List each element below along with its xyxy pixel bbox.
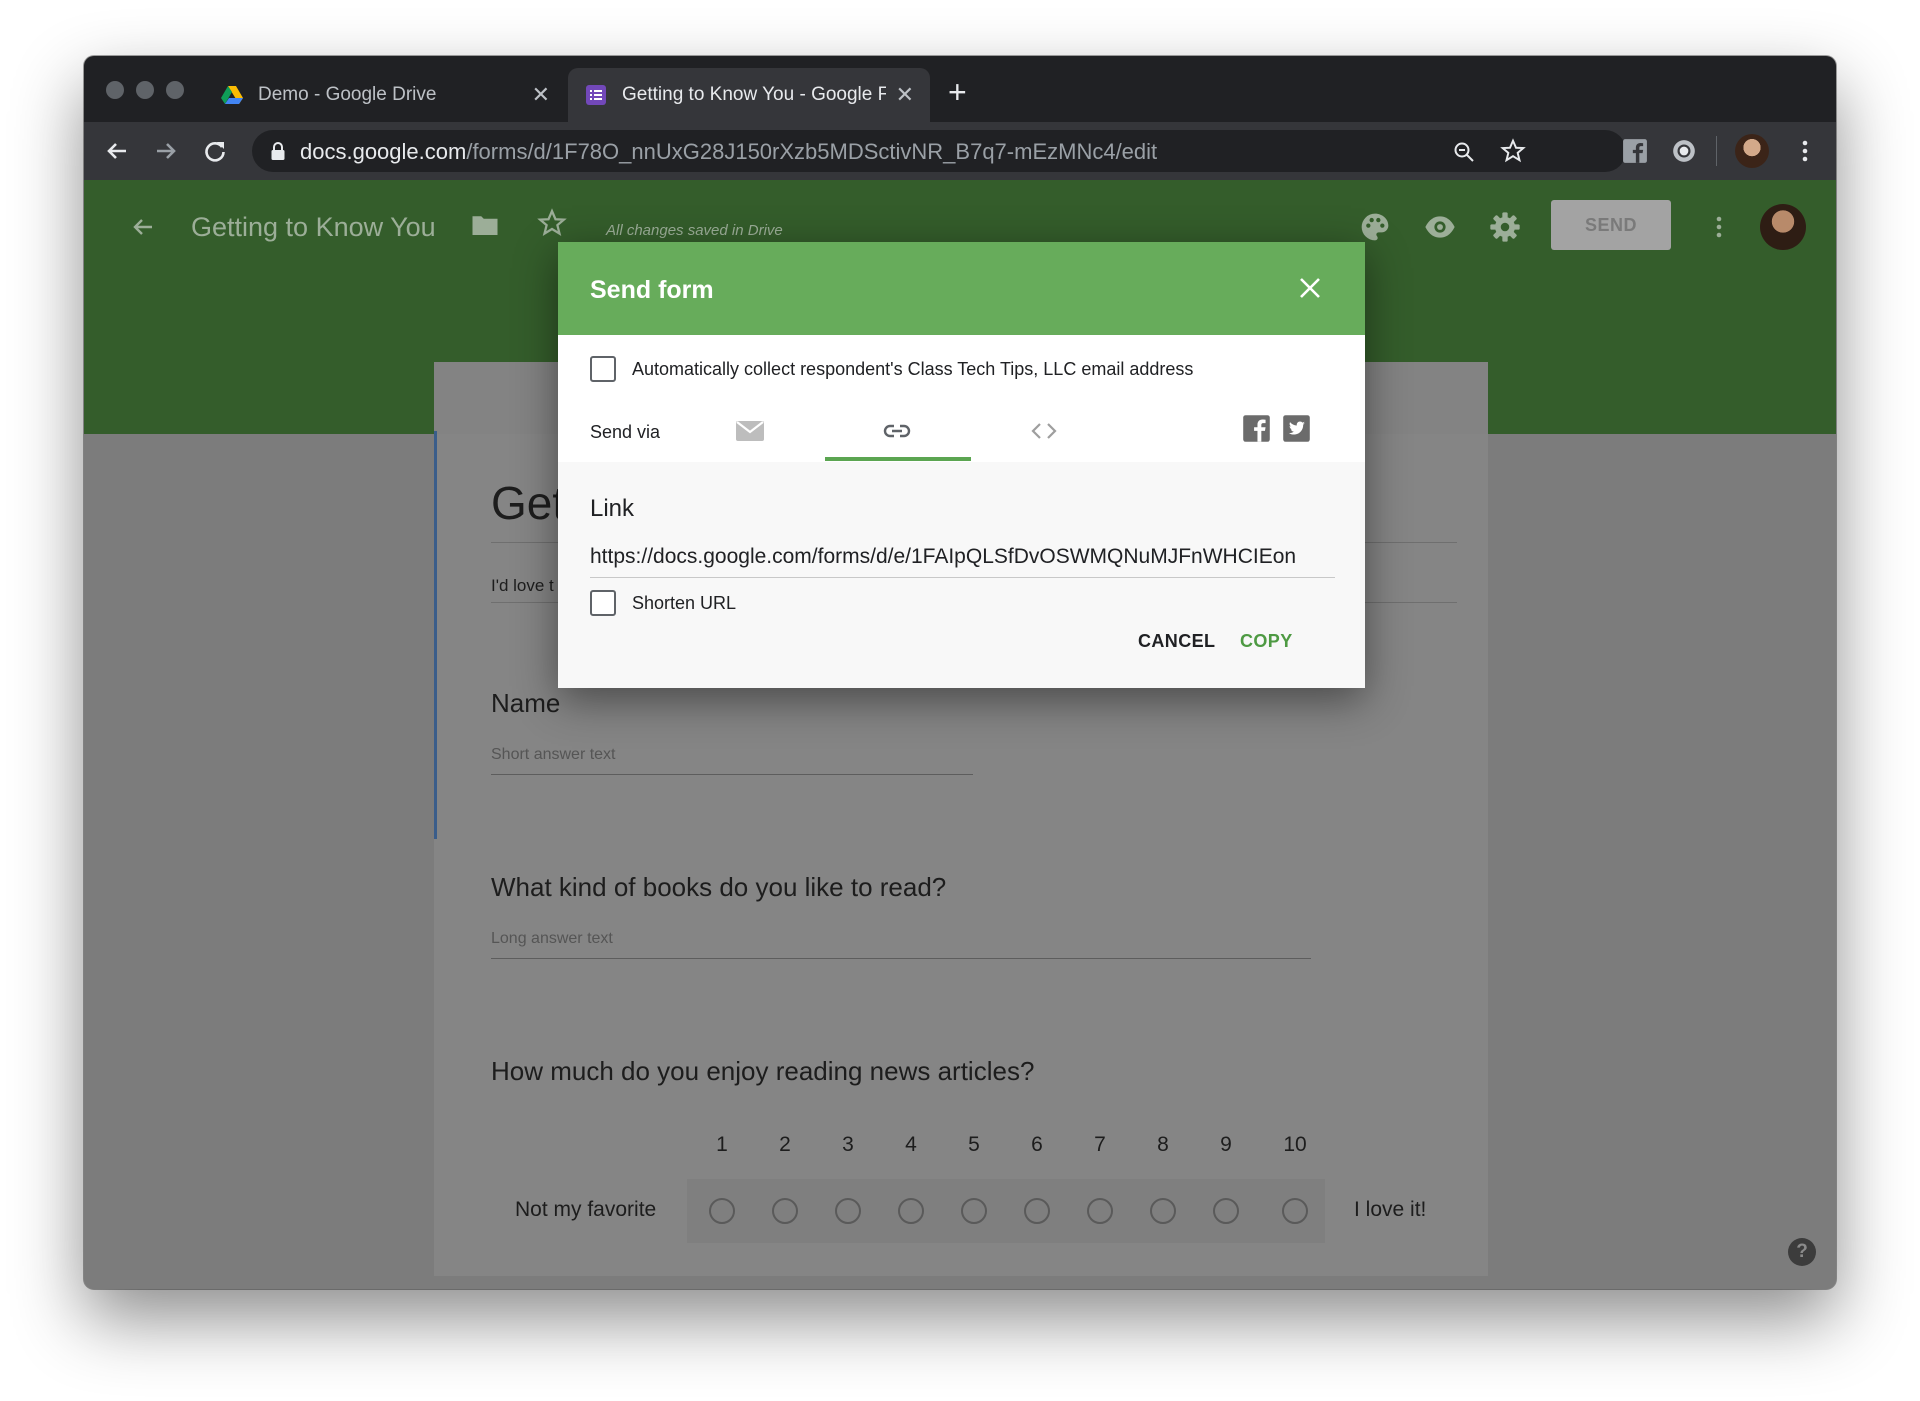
- scale-radio[interactable]: [709, 1198, 735, 1224]
- facebook-extension-icon[interactable]: [1622, 138, 1648, 164]
- facebook-icon[interactable]: [1242, 414, 1271, 443]
- send-form-dialog: Send form Automatically collect responde…: [558, 242, 1365, 688]
- close-icon[interactable]: [1298, 276, 1322, 300]
- reload-icon[interactable]: [200, 136, 230, 166]
- scale-radio[interactable]: [1213, 1198, 1239, 1224]
- tab-title: Getting to Know You - Google Forms: [622, 84, 886, 105]
- active-tab-indicator: [825, 457, 971, 461]
- scale-number: 10: [1283, 1133, 1307, 1156]
- send-button[interactable]: SEND: [1551, 200, 1671, 250]
- screen-record-extension-icon[interactable]: [1671, 138, 1697, 164]
- browser-menu-icon[interactable]: [1790, 136, 1820, 166]
- settings-gear-icon[interactable]: [1489, 211, 1521, 243]
- new-tab-button[interactable]: +: [948, 74, 967, 111]
- save-status: All changes saved in Drive: [606, 222, 783, 239]
- scale-radio[interactable]: [772, 1198, 798, 1224]
- lock-icon: [271, 142, 285, 160]
- embed-html-icon[interactable]: [1028, 418, 1060, 444]
- help-icon[interactable]: ?: [1788, 1238, 1816, 1266]
- tab-title: Demo - Google Drive: [258, 84, 437, 105]
- browser-window: Demo - Google Drive ✕ Getting to Know Yo…: [84, 56, 1836, 1289]
- answer-underline: [491, 958, 1311, 959]
- palette-icon[interactable]: [1359, 211, 1391, 243]
- dialog-header: Send form: [558, 242, 1365, 335]
- form-name[interactable]: Getting to Know You: [191, 212, 436, 243]
- shorten-url-checkbox[interactable]: [590, 590, 616, 616]
- tab-strip: Demo - Google Drive ✕ Getting to Know Yo…: [84, 56, 1836, 122]
- folder-icon[interactable]: [470, 210, 500, 240]
- scale-number: 4: [905, 1133, 917, 1156]
- link-heading: Link: [590, 495, 635, 522]
- scale-radio[interactable]: [1024, 1198, 1050, 1224]
- forward-arrow-icon[interactable]: [151, 136, 181, 166]
- question-title[interactable]: Name: [491, 688, 560, 719]
- scale-number: 2: [779, 1133, 791, 1156]
- answer-underline: [491, 774, 973, 775]
- dialog-title: Send form: [590, 276, 714, 304]
- form-title[interactable]: Get: [491, 476, 565, 530]
- collect-email-checkbox[interactable]: [590, 356, 616, 382]
- selected-item-accent: [434, 431, 437, 839]
- scale-number: 5: [968, 1133, 980, 1156]
- scale-number: 8: [1157, 1133, 1169, 1156]
- link-url-underline: [590, 577, 1335, 578]
- more-options-icon[interactable]: [1704, 212, 1734, 242]
- tab-close-icon[interactable]: ✕: [532, 82, 550, 108]
- copy-button[interactable]: COPY: [1240, 631, 1293, 652]
- google-forms-icon: [586, 85, 606, 105]
- preview-eye-icon[interactable]: [1424, 211, 1456, 243]
- email-icon[interactable]: [735, 418, 765, 444]
- scale-low-label: Not my favorite: [515, 1198, 657, 1221]
- scale-number: 6: [1031, 1133, 1043, 1156]
- back-arrow-icon[interactable]: [128, 212, 158, 242]
- scale-radio[interactable]: [961, 1198, 987, 1224]
- google-drive-icon: [221, 86, 243, 104]
- link-url-field[interactable]: https://docs.google.com/forms/d/e/1FAIpQ…: [590, 545, 1335, 569]
- question-title[interactable]: What kind of books do you like to read?: [491, 872, 946, 903]
- shorten-url-label: Shorten URL: [632, 593, 737, 613]
- url-text: docs.google.com/forms/d/1F78O_nnUxG28J15…: [300, 139, 1158, 164]
- tab-google-forms[interactable]: Getting to Know You - Google Forms ✕: [568, 68, 930, 122]
- maximize-window-button[interactable]: [166, 81, 184, 99]
- scale-number: 9: [1220, 1133, 1232, 1156]
- scale-radio[interactable]: [1087, 1198, 1113, 1224]
- answer-hint: Long answer text: [491, 930, 613, 947]
- form-description[interactable]: I'd love t: [491, 576, 554, 596]
- question-title[interactable]: How much do you enjoy reading news artic…: [491, 1056, 1034, 1087]
- scale-radio[interactable]: [835, 1198, 861, 1224]
- scale-number: 7: [1094, 1133, 1106, 1156]
- address-bar[interactable]: docs.google.com/forms/d/1F78O_nnUxG28J15…: [252, 130, 1626, 172]
- tab-google-drive[interactable]: Demo - Google Drive ✕: [204, 68, 566, 122]
- profile-avatar[interactable]: [1735, 134, 1769, 168]
- star-icon[interactable]: [537, 208, 567, 238]
- twitter-icon[interactable]: [1282, 414, 1311, 443]
- tab-close-icon[interactable]: ✕: [896, 82, 914, 108]
- toolbar-divider: [1716, 136, 1717, 166]
- bookmark-star-icon[interactable]: [1500, 138, 1526, 164]
- scale-radio[interactable]: [1282, 1198, 1308, 1224]
- zoom-icon[interactable]: [1452, 140, 1476, 164]
- collect-email-label: Automatically collect respondent's Class…: [632, 359, 1194, 379]
- cancel-button[interactable]: CANCEL: [1138, 631, 1215, 652]
- send-via-label: Send via: [590, 422, 661, 442]
- back-arrow-icon[interactable]: [102, 136, 132, 166]
- answer-hint: Short answer text: [491, 746, 616, 763]
- scale-radio[interactable]: [898, 1198, 924, 1224]
- minimize-window-button[interactable]: [136, 81, 154, 99]
- account-avatar[interactable]: [1760, 204, 1806, 250]
- browser-toolbar: docs.google.com/forms/d/1F78O_nnUxG28J15…: [84, 122, 1836, 180]
- scale-high-label: I love it!: [1354, 1198, 1427, 1221]
- link-icon[interactable]: [881, 418, 913, 444]
- scale-radio[interactable]: [1150, 1198, 1176, 1224]
- scale-number: 3: [842, 1133, 854, 1156]
- close-window-button[interactable]: [106, 81, 124, 99]
- scale-number: 1: [716, 1133, 728, 1156]
